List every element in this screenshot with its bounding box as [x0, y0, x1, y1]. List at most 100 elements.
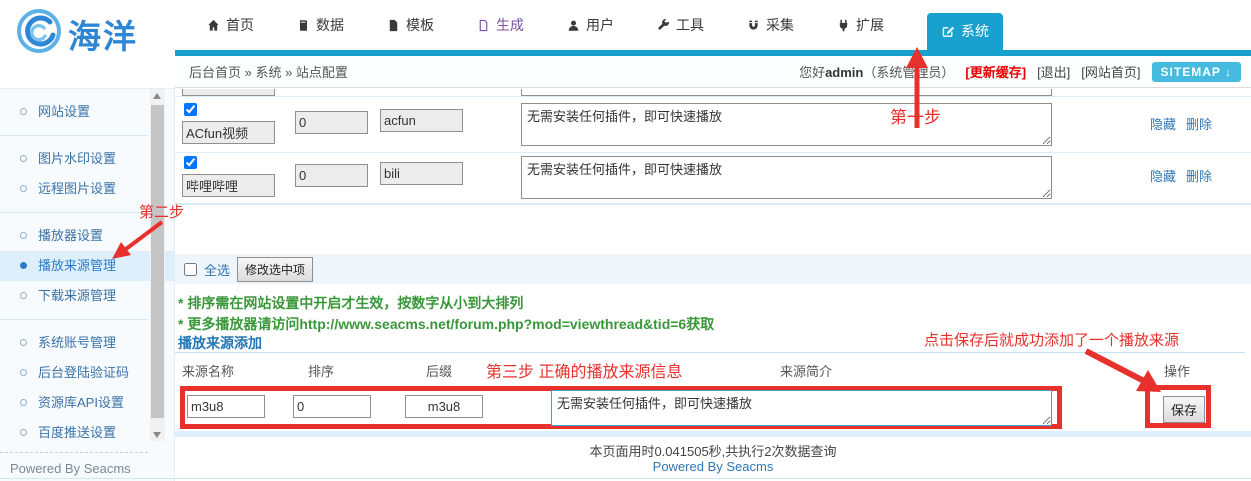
divider [175, 96, 1251, 97]
clipped-input-fragment [182, 89, 275, 96]
user-icon [567, 19, 580, 32]
scrollbar-thumb[interactable] [151, 105, 164, 418]
col-header-action: 操作 [1164, 361, 1190, 380]
divider [0, 478, 1251, 479]
source-order-input[interactable] [295, 111, 368, 134]
ocean-wave-icon [16, 8, 62, 59]
sidebar-item-site-settings[interactable]: 网站设置 [0, 97, 174, 127]
source-suffix-input[interactable] [380, 109, 463, 132]
bullet-icon [20, 232, 27, 239]
sidebar-item-play-source[interactable]: 播放来源管理 [0, 251, 174, 281]
logout-link[interactable]: [退出] [1037, 62, 1070, 81]
sidebar-item-resource-api[interactable]: 资源库API设置 [0, 388, 174, 418]
bullet-icon [20, 369, 27, 376]
add-order-input[interactable] [293, 395, 371, 418]
file-outline-icon [477, 19, 490, 32]
page-stats: 本页面用时0.041505秒,共执行2次数据查询 [175, 441, 1251, 460]
bullet-icon [20, 339, 27, 346]
file-solid-icon [387, 19, 400, 32]
magnet-icon [747, 19, 760, 32]
site-home-link[interactable]: [网站首页] [1081, 62, 1140, 81]
source-desc-textarea[interactable]: 无需安装任何插件，即可快速播放 [521, 103, 1052, 146]
row-checkbox[interactable] [184, 156, 197, 169]
username: admin [825, 65, 863, 80]
row-actions: 隐藏删除 [1150, 166, 1222, 185]
nav-tab-system[interactable]: 系统 [927, 13, 1003, 53]
sitemap-button[interactable]: SITEMAP ↓ [1152, 62, 1241, 82]
clipped-textarea-fragment [521, 89, 1052, 96]
source-desc-textarea[interactable]: 无需安装任何插件，即可快速播放 [521, 156, 1052, 199]
save-button[interactable]: 保存 [1163, 396, 1205, 423]
sidebar-item-captcha[interactable]: 后台登陆验证码 [0, 358, 174, 388]
divider [0, 135, 148, 136]
divider [0, 319, 148, 320]
delete-link[interactable]: 删除 [1186, 117, 1212, 132]
add-suffix-input[interactable] [405, 395, 483, 418]
scroll-down-arrow-icon[interactable] [150, 427, 165, 441]
hide-link[interactable]: 隐藏 [1150, 117, 1176, 132]
bullet-icon [20, 108, 27, 115]
source-name-input[interactable] [182, 174, 275, 197]
add-desc-textarea[interactable]: 无需安装任何插件，即可快速播放 [551, 390, 1052, 426]
row-checkbox[interactable] [184, 103, 197, 116]
sidebar-item-player-settings[interactable]: 播放器设置 [0, 221, 174, 251]
sidebar-item-watermark[interactable]: 图片水印设置 [0, 144, 174, 174]
bullet-icon [20, 155, 27, 162]
arrow-line-step4 [1086, 351, 1144, 381]
select-all-checkbox[interactable] [184, 263, 197, 276]
divider [175, 352, 1245, 353]
nav-tab-template[interactable]: 模板 [387, 15, 434, 35]
user-role: （系统管理员） [863, 65, 954, 80]
nav-tab-generate[interactable]: 生成 [477, 15, 524, 35]
arrow-head-step4 [1136, 370, 1161, 392]
hide-link[interactable]: 隐藏 [1150, 169, 1176, 184]
plug-icon [837, 19, 850, 32]
divider [175, 203, 1251, 205]
footer-powered-by: Powered By Seacms [175, 459, 1251, 474]
sidebar-item-baidu-push[interactable]: 百度推送设置 [0, 418, 174, 448]
wrench-icon [657, 19, 670, 32]
nav-tab-data[interactable]: 数据 [297, 15, 344, 35]
nav-tab-extend[interactable]: 扩展 [837, 15, 884, 35]
sidebar-scrollbar [150, 89, 165, 441]
modify-selected-button[interactable]: 修改选中项 [237, 257, 313, 282]
sidebar-item-remote-image[interactable]: 远程图片设置 [0, 174, 174, 204]
logo: 海洋 [16, 8, 138, 59]
add-name-input[interactable] [187, 395, 265, 418]
nav-tab-user[interactable]: 用户 [567, 15, 614, 35]
bullet-icon [20, 399, 27, 406]
seacms-admin-page: 海洋 首页 数据 模板 生成 用户 [0, 0, 1251, 481]
nav-tab-home[interactable]: 首页 [207, 15, 254, 35]
more-players-notice: * 更多播放器请访问http://www.seacms.net/forum.ph… [178, 314, 714, 334]
source-order-input[interactable] [295, 164, 368, 187]
update-cache-link[interactable]: [更新缓存] [965, 62, 1026, 81]
col-header-name: 来源名称 [182, 361, 234, 380]
row-actions: 隐藏删除 [1150, 114, 1222, 133]
annotation-step4: 点击保存后就成功添加了一个播放来源 [924, 329, 1179, 350]
book-icon [297, 19, 310, 32]
bulk-actions-row: 全选 修改选中项 [175, 254, 1251, 284]
sidebar-item-system-account[interactable]: 系统账号管理 [0, 328, 174, 358]
edit-square-icon [941, 24, 955, 38]
source-suffix-input[interactable] [380, 162, 463, 185]
select-all-label[interactable]: 全选 [204, 260, 230, 279]
bullet-icon [20, 429, 27, 436]
divider [175, 431, 1251, 437]
brand-name: 海洋 [68, 10, 138, 58]
breadcrumb-bar: 后台首页 » 系统 » 站点配置 您好admin（系统管理员） [更新缓存] [… [175, 56, 1251, 88]
delete-link[interactable]: 删除 [1186, 169, 1212, 184]
divider [175, 152, 1251, 153]
annotation-step2: 第二步 [139, 201, 184, 222]
nav-tab-collect[interactable]: 采集 [747, 15, 794, 35]
sidebar-item-download-source[interactable]: 下载来源管理 [0, 281, 174, 311]
nav-tab-tools[interactable]: 工具 [657, 15, 704, 35]
annotation-step1: 第一步 [890, 103, 941, 128]
add-source-title: 播放来源添加 [178, 333, 262, 353]
annotation-step3: 第三步 正确的播放来源信息 [486, 358, 682, 382]
home-icon [207, 19, 220, 32]
main-nav: 首页 数据 模板 生成 用户 工具 [207, 0, 1003, 50]
scroll-up-arrow-icon[interactable] [150, 89, 165, 103]
source-name-input[interactable] [182, 121, 275, 144]
bullet-icon [20, 185, 27, 192]
greeting: 您好admin（系统管理员） [799, 62, 954, 81]
